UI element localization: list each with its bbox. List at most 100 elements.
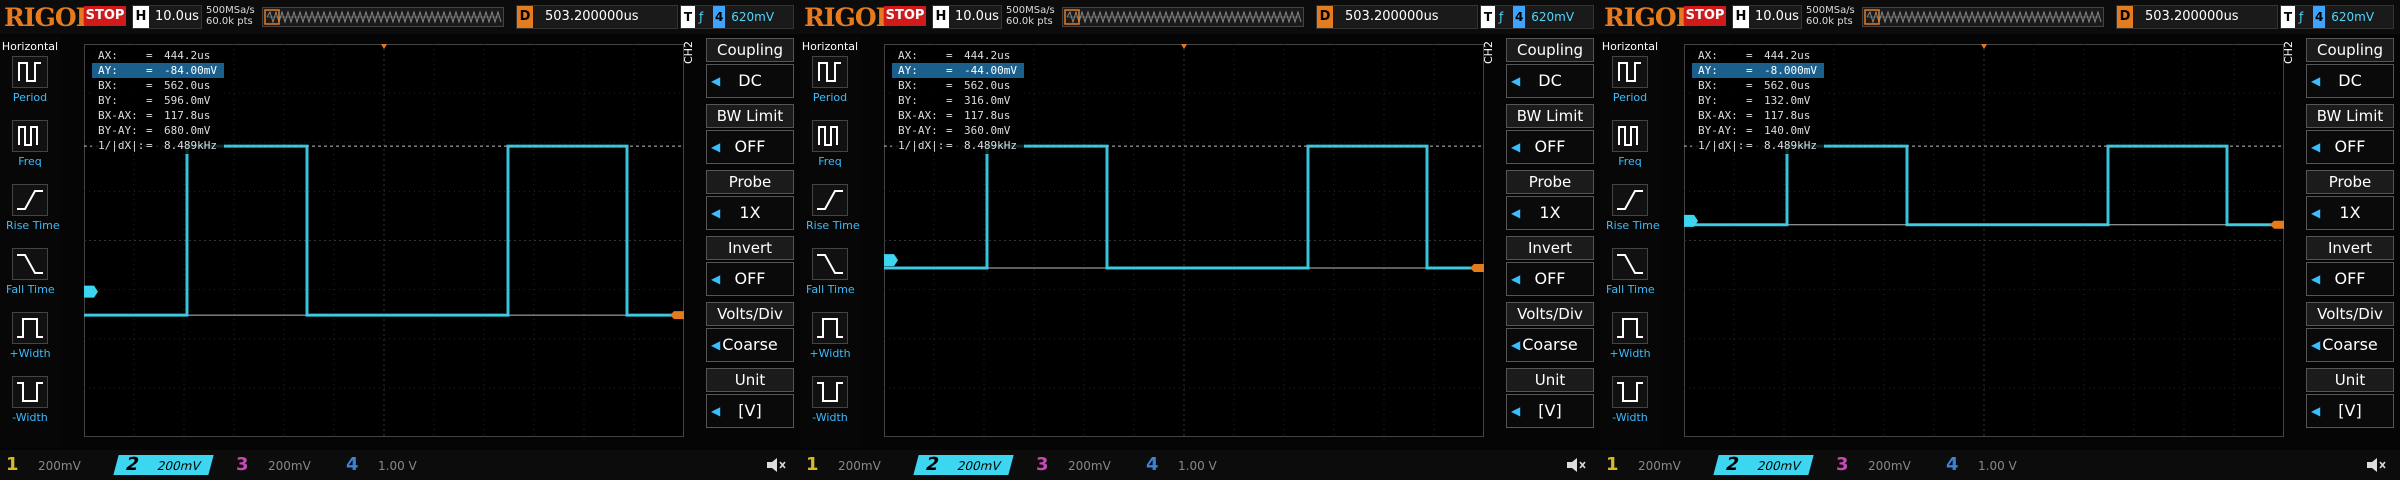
speaker-muted-icon[interactable] <box>2364 454 2388 476</box>
measure-item-3[interactable]: Fall Time <box>6 248 55 296</box>
menu-item-value[interactable]: ◀ Coarse <box>2306 328 2394 362</box>
menu-item-value[interactable]: ◀ Coarse <box>1506 328 1594 362</box>
timebase-box[interactable]: H 10.0us <box>1732 5 1802 29</box>
freq-icon <box>1612 120 1648 152</box>
channel-number: 1 <box>806 454 819 475</box>
cursor-value: 562.0us <box>164 79 211 92</box>
menu-item-value[interactable]: ◀ 1X <box>2306 196 2394 230</box>
measure-item-0[interactable]: Period <box>806 56 854 104</box>
menu-item-value[interactable]: ◀ 1X <box>1506 196 1594 230</box>
measure-item-0[interactable]: Period <box>1606 56 1654 104</box>
measure-item-1[interactable]: Freq <box>6 120 54 168</box>
trigger-source: 4 <box>713 6 726 28</box>
menu-item-value[interactable]: ◀ DC <box>1506 64 1594 98</box>
cursor-row: BX: = 562.0us <box>92 78 224 93</box>
channel-menu-item-2[interactable]: Probe ◀ 1X <box>1506 170 1594 230</box>
channel-menu-item-3[interactable]: Invert ◀ OFF <box>1506 236 1594 296</box>
channel-menu-item-4[interactable]: Volts/Div ◀ Coarse <box>706 302 794 362</box>
delay-box[interactable]: D 503.200000us <box>1316 5 1478 29</box>
menu-item-value[interactable]: ◀ DC <box>706 64 794 98</box>
measure-item-2[interactable]: Rise Time <box>806 184 860 232</box>
trigger-box[interactable]: Tƒ 4 620mV <box>2280 5 2394 29</box>
channel-menu-item-2[interactable]: Probe ◀ 1X <box>2306 170 2394 230</box>
menu-item-title: BW Limit <box>2306 104 2394 128</box>
channel-menu-item-3[interactable]: Invert ◀ OFF <box>706 236 794 296</box>
speaker-muted-icon[interactable] <box>1564 454 1588 476</box>
channel-4-box[interactable]: 4 1.00 V <box>346 455 417 475</box>
menu-item-title: Unit <box>1506 368 1594 392</box>
menu-item-value[interactable]: ◀ Coarse <box>706 328 794 362</box>
channel-menu-item-1[interactable]: BW Limit ◀ OFF <box>2306 104 2394 164</box>
measure-item-5[interactable]: -Width <box>6 376 54 424</box>
delay-box[interactable]: D 503.200000us <box>516 5 678 29</box>
channel-menu-item-1[interactable]: BW Limit ◀ OFF <box>706 104 794 164</box>
measure-item-4[interactable]: +Width <box>1606 312 1654 360</box>
menu-item-value[interactable]: ◀ [V] <box>706 394 794 428</box>
channel-1-box[interactable]: 1 200mV <box>806 455 881 475</box>
cursor-label: BX-AX: <box>898 109 938 122</box>
menu-item-value[interactable]: ◀ [V] <box>2306 394 2394 428</box>
channel-4-box[interactable]: 4 1.00 V <box>1946 455 2017 475</box>
measure-item-1[interactable]: Freq <box>806 120 854 168</box>
cursor-equals: = <box>946 94 953 107</box>
cursor-row: 1/|dX|: = 8.489kHz <box>892 138 1024 153</box>
menu-item-value[interactable]: ◀ OFF <box>1506 262 1594 296</box>
menu-item-value[interactable]: ◀ OFF <box>706 262 794 296</box>
measure-item-0[interactable]: Period <box>6 56 54 104</box>
channel-menu-item-0[interactable]: Coupling ◀ DC <box>706 38 794 98</box>
channel-3-box[interactable]: 3 200mV <box>1036 455 1111 475</box>
measure-item-3[interactable]: Fall Time <box>806 248 855 296</box>
trigger-box[interactable]: Tƒ 4 620mV <box>1480 5 1594 29</box>
channel-menu-item-5[interactable]: Unit ◀ [V] <box>706 368 794 428</box>
memory-position-strip[interactable] <box>1062 7 1304 27</box>
channel-menu-item-3[interactable]: Invert ◀ OFF <box>2306 236 2394 296</box>
run-stop-status[interactable]: STOP <box>884 6 926 26</box>
measure-item-5[interactable]: -Width <box>806 376 854 424</box>
channel-2-box[interactable]: 2 200mV <box>913 454 1014 475</box>
speaker-muted-icon[interactable] <box>764 454 788 476</box>
channel-1-box[interactable]: 1 200mV <box>6 455 81 475</box>
measure-item-4[interactable]: +Width <box>6 312 54 360</box>
menu-item-value[interactable]: ◀ 1X <box>706 196 794 230</box>
channel-menu-item-0[interactable]: Coupling ◀ DC <box>2306 38 2394 98</box>
memory-position-strip[interactable] <box>262 7 504 27</box>
channel-menu-item-4[interactable]: Volts/Div ◀ Coarse <box>2306 302 2394 362</box>
menu-item-value[interactable]: ◀ OFF <box>2306 130 2394 164</box>
cursor-equals: = <box>946 79 953 92</box>
channel-1-box[interactable]: 1 200mV <box>1606 455 1681 475</box>
run-stop-status[interactable]: STOP <box>1684 6 1726 26</box>
channel-2-box[interactable]: 2 200mV <box>1713 454 1814 475</box>
cursor-equals: = <box>146 64 153 77</box>
menu-item-value[interactable]: ◀ DC <box>2306 64 2394 98</box>
menu-item-value[interactable]: ◀ OFF <box>1506 130 1594 164</box>
measure-item-2[interactable]: Rise Time <box>6 184 60 232</box>
menu-item-value[interactable]: ◀ OFF <box>2306 262 2394 296</box>
channel-menu-item-1[interactable]: BW Limit ◀ OFF <box>1506 104 1594 164</box>
memory-position-strip[interactable] <box>1862 7 2104 27</box>
measure-item-4[interactable]: +Width <box>806 312 854 360</box>
channel-menu-item-2[interactable]: Probe ◀ 1X <box>706 170 794 230</box>
timebase-box[interactable]: H 10.0us <box>932 5 1002 29</box>
measure-item-3[interactable]: Fall Time <box>1606 248 1655 296</box>
menu-item-value[interactable]: ◀ [V] <box>1506 394 1594 428</box>
channel-3-box[interactable]: 3 200mV <box>1836 455 1911 475</box>
timebase-box[interactable]: H 10.0us <box>132 5 202 29</box>
delay-box[interactable]: D 503.200000us <box>2116 5 2278 29</box>
channel-2-box[interactable]: 2 200mV <box>113 454 214 475</box>
menu-item-value[interactable]: ◀ OFF <box>706 130 794 164</box>
trigger-box[interactable]: Tƒ 4 620mV <box>680 5 794 29</box>
channel-menu-item-0[interactable]: Coupling ◀ DC <box>1506 38 1594 98</box>
channel-menu-item-5[interactable]: Unit ◀ [V] <box>2306 368 2394 428</box>
channel-menu-item-5[interactable]: Unit ◀ [V] <box>1506 368 1594 428</box>
measure-item-5[interactable]: -Width <box>1606 376 1654 424</box>
channel-3-box[interactable]: 3 200mV <box>236 455 311 475</box>
channel-number: 2 <box>123 454 142 475</box>
menu-item-value-text: OFF <box>2334 137 2366 156</box>
cursor-row: BX-AX: = 117.8us <box>892 108 1024 123</box>
measure-item-2[interactable]: Rise Time <box>1606 184 1660 232</box>
run-stop-status[interactable]: STOP <box>84 6 126 26</box>
channel-4-box[interactable]: 4 1.00 V <box>1146 455 1217 475</box>
cursor-label: AY: <box>98 64 118 77</box>
channel-menu-item-4[interactable]: Volts/Div ◀ Coarse <box>1506 302 1594 362</box>
measure-item-1[interactable]: Freq <box>1606 120 1654 168</box>
